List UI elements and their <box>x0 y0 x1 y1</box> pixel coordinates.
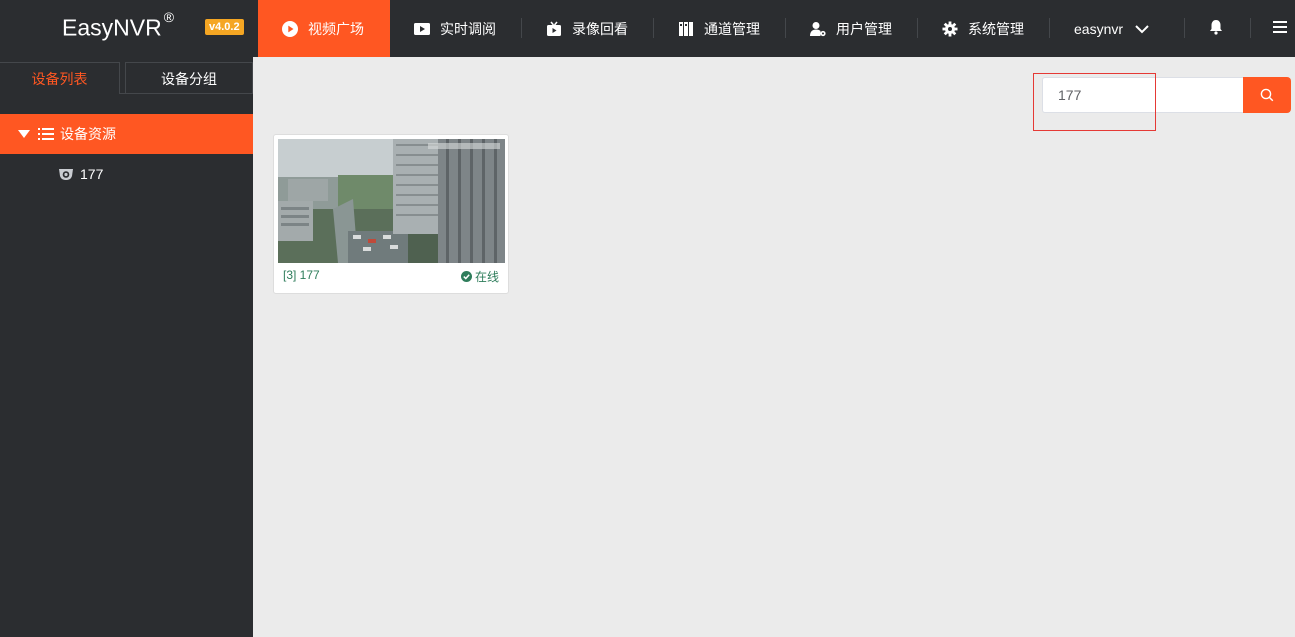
username: easynvr <box>1074 20 1124 37</box>
nav-item-system-management[interactable]: 系统管理 <box>918 0 1050 57</box>
tree-item-device[interactable]: 177 <box>58 164 103 184</box>
book-icon <box>678 21 694 37</box>
search-icon <box>1260 88 1274 102</box>
tv-icon <box>546 21 562 37</box>
bell-icon[interactable] <box>1207 18 1225 36</box>
camera-card[interactable]: [3] 177 在线 <box>273 134 509 294</box>
top-divider <box>1250 18 1251 38</box>
tab-device-list[interactable]: 设备列表 <box>0 62 120 94</box>
tab-divider <box>120 93 253 94</box>
video-camera-icon <box>414 21 430 37</box>
nav-label: 用户管理 <box>836 20 892 37</box>
nav-item-video-square[interactable]: 视频广场 <box>258 0 390 57</box>
search-button[interactable] <box>1243 77 1291 113</box>
list-icon <box>38 127 54 141</box>
nav-item-user-management[interactable]: 用户管理 <box>786 0 918 57</box>
app-logo[interactable]: EasyNVR ® <box>62 9 174 42</box>
camera-icon <box>58 167 74 181</box>
hamburger-menu-icon[interactable] <box>1271 18 1289 36</box>
chevron-down-icon <box>1135 24 1149 34</box>
gear-icon <box>942 21 958 37</box>
tab-device-group[interactable]: 设备分组 <box>125 62 253 94</box>
camera-thumbnail[interactable] <box>278 139 505 263</box>
tree-item-label: 177 <box>80 166 104 182</box>
check-circle-icon <box>460 271 472 282</box>
search-bar <box>1042 77 1291 113</box>
camera-card-title: [3] 177 <box>283 268 320 282</box>
play-circle-icon <box>282 20 298 37</box>
search-input[interactable] <box>1042 77 1244 113</box>
nav-label: 录像回看 <box>572 20 628 37</box>
logo-text: EasyNVR <box>62 14 162 41</box>
tree-root-device-resources[interactable]: 设备资源 <box>0 114 253 154</box>
sidebar-tabs: 设备列表 设备分组 <box>0 62 253 94</box>
top-divider <box>1184 18 1185 38</box>
nav-label: 视频广场 <box>308 20 364 37</box>
online-status: 在线 <box>460 268 499 285</box>
nav-item-channel-management[interactable]: 通道管理 <box>654 0 786 57</box>
main-nav: 视频广场 实时调阅 录像回看 通道管理 用户管理 系统管理 easynvr <box>258 0 1183 57</box>
registered-mark: ® <box>163 9 175 25</box>
nav-label: 系统管理 <box>968 20 1024 37</box>
user-menu[interactable]: easynvr <box>1050 0 1183 57</box>
nav-item-playback[interactable]: 录像回看 <box>522 0 654 57</box>
nav-item-live-view[interactable]: 实时调阅 <box>390 0 522 57</box>
tree-root-label: 设备资源 <box>60 126 116 142</box>
top-bar: EasyNVR ® v4.0.2 视频广场 实时调阅 录像回看 通道管理 用户管… <box>0 0 1295 57</box>
nav-label: 实时调阅 <box>440 20 496 37</box>
user-gear-icon <box>810 21 826 37</box>
nav-label: 通道管理 <box>704 20 760 37</box>
sidebar: 设备列表 设备分组 设备资源 177 <box>0 57 253 637</box>
version-badge: v4.0.2 <box>205 19 244 35</box>
caret-down-icon[interactable] <box>18 130 30 138</box>
status-label: 在线 <box>474 270 499 284</box>
